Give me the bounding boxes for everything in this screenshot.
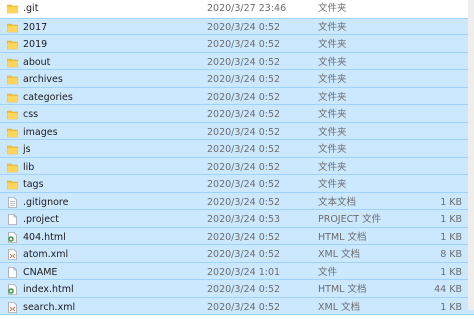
file-type: 文件夹: [318, 3, 347, 14]
file-size: 1 KB: [440, 196, 462, 208]
file-type: HTML 文档: [318, 231, 367, 243]
file-modified-date: 2020/3/24 0:52: [207, 144, 281, 155]
file-modified-date: 2020/3/24 0:53: [207, 214, 281, 225]
file-name: tags: [23, 179, 44, 190]
file-row[interactable]: css 2020/3/24 0:52 文件夹: [0, 105, 474, 123]
file-type: 文件夹: [318, 56, 347, 68]
file-row[interactable]: index.html 2020/3/24 0:52 HTML 文档 44 KB: [0, 280, 474, 298]
file-name: about: [23, 56, 51, 68]
xml-file-icon: [7, 301, 18, 313]
file-name: categories: [23, 91, 73, 103]
file-modified-date: 2020/3/24 0:52: [207, 179, 281, 190]
file-name: 2017: [23, 21, 48, 33]
file-name: .gitignore: [23, 196, 69, 208]
file-row[interactable]: images 2020/3/24 0:52 文件夹: [0, 122, 474, 140]
file-type: PROJECT 文件: [318, 214, 382, 225]
file-type: 文件夹: [318, 179, 347, 190]
file-name: css: [23, 109, 39, 120]
file-size: 8 KB: [440, 249, 462, 260]
file-name: archives: [23, 74, 63, 85]
file-modified-date: 2020/3/24 0:52: [207, 126, 281, 138]
file-type: 文件夹: [318, 21, 347, 33]
folder-icon: [7, 127, 18, 138]
folder-icon: [7, 39, 18, 50]
html-file-icon: [7, 231, 18, 243]
file-type: XML 文档: [318, 301, 361, 313]
file-modified-date: 2020/3/24 0:52: [207, 21, 281, 33]
file-modified-date: 2020/3/24 1:01: [207, 266, 281, 278]
file-row[interactable]: .gitignore 2020/3/24 0:52 文本文档 1 KB: [0, 192, 474, 210]
file-type: HTML 文档: [318, 284, 367, 295]
file-type: 文件夹: [318, 161, 347, 173]
file-modified-date: 2020/3/24 0:52: [207, 249, 281, 260]
file-modified-date: 2020/3/24 0:52: [207, 39, 281, 50]
file-row[interactable]: lib 2020/3/24 0:52 文件夹: [0, 157, 474, 175]
file-name: 404.html: [23, 231, 66, 243]
file-type: 文件夹: [318, 74, 347, 85]
file-size: 44 KB: [434, 284, 462, 295]
file-type: 文件夹: [318, 109, 347, 120]
folder-icon: [7, 162, 18, 173]
file-row[interactable]: tags 2020/3/24 0:52 文件夹: [0, 175, 474, 193]
folder-icon: [7, 92, 18, 103]
file-row[interactable]: atom.xml 2020/3/24 0:52 XML 文档 8 KB: [0, 245, 474, 263]
file-row[interactable]: CNAME 2020/3/24 1:01 文件 1 KB: [0, 262, 474, 280]
folder-icon: [7, 3, 18, 14]
text-file-icon: [7, 196, 18, 208]
file-modified-date: 2020/3/24 0:52: [207, 74, 281, 85]
file-type: XML 文档: [318, 249, 361, 260]
folder-icon: [7, 74, 18, 85]
file-type: 文件夹: [318, 144, 347, 155]
file-row[interactable]: .project 2020/3/24 0:53 PROJECT 文件 1 KB: [0, 210, 474, 228]
file-row[interactable]: .git 2020/3/27 23:46 文件夹: [0, 0, 474, 18]
file-modified-date: 2020/3/24 0:52: [207, 301, 281, 313]
file-name: 2019: [23, 39, 48, 50]
file-modified-date: 2020/3/24 0:52: [207, 91, 281, 103]
file-row[interactable]: js 2020/3/24 0:52 文件夹: [0, 140, 474, 158]
file-modified-date: 2020/3/24 0:52: [207, 196, 281, 208]
file-name: search.xml: [23, 301, 76, 313]
blank-file-icon: [7, 214, 18, 225]
file-name: lib: [23, 161, 35, 173]
folder-icon: [7, 57, 18, 68]
file-name: atom.xml: [23, 249, 69, 260]
file-row[interactable]: 2017 2020/3/24 0:52 文件夹: [0, 17, 474, 35]
folder-icon: [7, 22, 18, 33]
file-name: js: [23, 144, 31, 155]
folder-icon: [7, 179, 18, 190]
file-type: 文件夹: [318, 126, 347, 138]
file-row[interactable]: archives 2020/3/24 0:52 文件夹: [0, 70, 474, 88]
file-type: 文件: [318, 266, 338, 278]
file-modified-date: 2020/3/24 0:52: [207, 109, 281, 120]
html-file-icon: [7, 284, 18, 295]
file-size: 1 KB: [440, 266, 462, 278]
file-type: 文本文档: [318, 196, 357, 208]
file-type: 文件夹: [318, 91, 347, 103]
file-size: 1 KB: [440, 214, 462, 225]
file-size: 1 KB: [440, 301, 462, 313]
file-list: .git 2020/3/27 23:46 文件夹 2017 2020/3/24 0:52…: [0, 0, 474, 315]
file-name: .git: [23, 3, 39, 14]
file-modified-date: 2020/3/24 0:52: [207, 56, 281, 68]
file-name: images: [23, 126, 58, 138]
vertical-scrollbar[interactable]: [468, 0, 474, 310]
file-row[interactable]: 2019 2020/3/24 0:52 文件夹: [0, 35, 474, 53]
file-row[interactable]: 404.html 2020/3/24 0:52 HTML 文档 1 KB: [0, 227, 474, 245]
folder-icon: [7, 109, 18, 120]
xml-file-icon: [7, 249, 18, 260]
blank-file-icon: [7, 266, 18, 278]
file-name: .project: [23, 214, 59, 225]
file-modified-date: 2020/3/27 23:46: [207, 3, 287, 14]
file-row[interactable]: about 2020/3/24 0:52 文件夹: [0, 52, 474, 70]
file-modified-date: 2020/3/24 0:52: [207, 231, 281, 243]
file-size: 1 KB: [440, 231, 462, 243]
file-modified-date: 2020/3/24 0:52: [207, 284, 281, 295]
file-name: index.html: [23, 284, 74, 295]
file-modified-date: 2020/3/24 0:52: [207, 161, 281, 173]
file-name: CNAME: [23, 266, 58, 278]
file-row[interactable]: categories 2020/3/24 0:52 文件夹: [0, 87, 474, 105]
folder-icon: [7, 144, 18, 155]
file-row[interactable]: search.xml 2020/3/24 0:52 XML 文档 1 KB: [0, 297, 474, 315]
file-type: 文件夹: [318, 39, 347, 50]
